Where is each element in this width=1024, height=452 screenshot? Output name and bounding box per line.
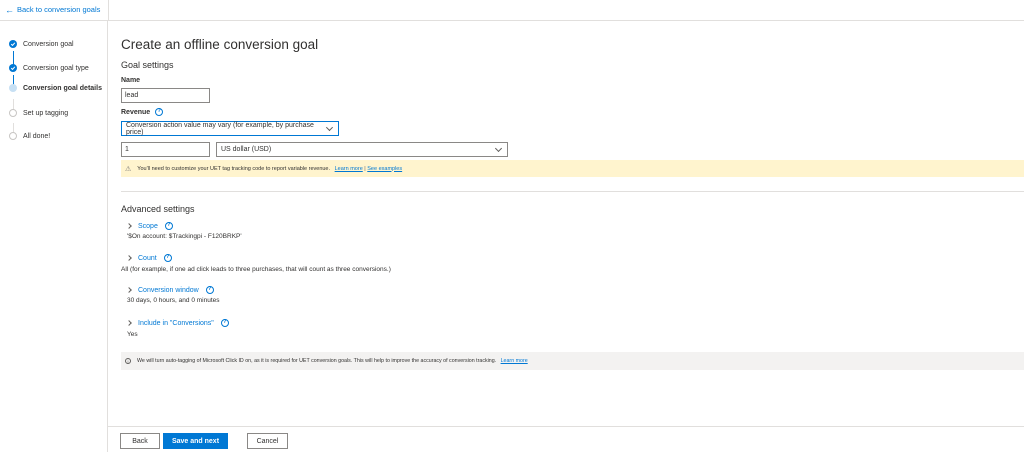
step-label: All done!	[23, 132, 51, 140]
conversion-window-label: Conversion window	[138, 286, 199, 294]
info-message-bar: i We will turn auto-tagging of Microsoft…	[121, 352, 1024, 370]
name-label: Name	[121, 77, 140, 84]
warning-text: You'll need to customize your UET tag tr…	[137, 166, 402, 172]
help-icon[interactable]: ?	[163, 254, 172, 262]
revenue-amount-input[interactable]: 1	[121, 142, 210, 157]
top-bar: ← Back to conversion goals	[0, 0, 1024, 21]
name-label-text: Name	[121, 77, 141, 84]
step-label: Conversion goal details	[23, 84, 102, 92]
revenue-type-dropdown[interactable]: Conversion action value may vary (for ex…	[121, 121, 339, 136]
wizard-steps-sidebar: Conversion goal Conversion goal type Con…	[0, 21, 108, 452]
advanced-settings-heading: Advanced settings	[121, 204, 195, 214]
count-value: All (for example, if one ad click leads …	[121, 266, 391, 273]
warning-icon: ⚠	[125, 165, 132, 173]
include-in-conversions-label: Include in "Conversions"	[138, 319, 214, 327]
chevron-right-icon	[126, 287, 132, 293]
save-and-next-button[interactable]: Save and next	[163, 433, 228, 449]
warning-message: You'll need to customize your UET tag tr…	[137, 165, 331, 172]
help-icon[interactable]: ?	[164, 222, 173, 230]
info-text: We will turn auto-tagging of Microsoft C…	[137, 358, 528, 364]
arrow-left-icon: ←	[5, 4, 14, 15]
goal-settings-heading: Goal settings	[121, 60, 174, 70]
step-label: Conversion goal	[23, 40, 74, 48]
step-conversion-goal-type[interactable]: Conversion goal type	[9, 64, 89, 72]
back-button[interactable]: Back	[120, 433, 160, 449]
step-connector	[12, 51, 14, 65]
name-input[interactable]: lead	[121, 88, 210, 103]
conversion-window-value: 30 days, 0 hours, and 0 minutes	[127, 297, 220, 304]
help-icon[interactable]: ?	[220, 319, 229, 327]
current-step-icon	[9, 84, 17, 92]
step-set-up-tagging: Set up tagging	[9, 109, 68, 117]
chevron-right-icon	[126, 223, 132, 229]
page-title: Create an offline conversion goal	[121, 37, 319, 52]
step-conversion-goal[interactable]: Conversion goal	[9, 40, 74, 48]
back-link-label: Back to conversion goals	[17, 5, 101, 14]
include-in-conversions-expander[interactable]: Include in "Conversions" ?	[126, 319, 229, 327]
step-label: Set up tagging	[23, 109, 69, 117]
warning-message-bar: ⚠ You'll need to customize your UET tag …	[121, 160, 1024, 177]
scope-label: Scope	[138, 222, 158, 230]
section-divider	[121, 191, 1024, 192]
check-icon	[9, 64, 17, 72]
footer-divider	[108, 426, 1024, 427]
currency-dropdown[interactable]: US dollar (USD)	[216, 142, 508, 157]
include-in-conversions-value: Yes	[127, 331, 138, 338]
info-learn-more-link[interactable]: Learn more	[501, 358, 528, 364]
learn-more-link[interactable]: Learn more	[335, 166, 363, 172]
count-expander[interactable]: Count ?	[126, 254, 172, 262]
step-conversion-goal-details[interactable]: Conversion goal details	[9, 84, 102, 92]
help-icon[interactable]: ?	[205, 286, 214, 294]
info-icon: i	[125, 358, 131, 364]
info-message: We will turn auto-tagging of Microsoft C…	[137, 358, 497, 364]
pending-step-icon	[9, 109, 17, 117]
pending-step-icon	[9, 132, 17, 140]
chevron-right-icon	[126, 255, 132, 261]
count-label: Count	[138, 254, 157, 262]
step-label: Conversion goal type	[23, 64, 89, 72]
chevron-down-icon	[494, 144, 503, 152]
topbar-divider	[108, 0, 109, 21]
step-all-done: All done!	[9, 132, 50, 140]
revenue-type-value: Conversion action value may vary (for ex…	[126, 121, 314, 136]
revenue-label: Revenue ?	[121, 108, 164, 116]
see-examples-link[interactable]: See examples	[367, 166, 402, 172]
currency-value: US dollar (USD)	[221, 146, 272, 153]
chevron-right-icon	[126, 320, 132, 326]
revenue-label-text: Revenue	[121, 108, 151, 116]
cancel-button[interactable]: Cancel	[247, 433, 288, 449]
help-icon[interactable]: ?	[155, 108, 164, 116]
check-icon	[9, 40, 17, 48]
scope-expander[interactable]: Scope ?	[126, 222, 173, 230]
back-to-conversion-goals-link[interactable]: ← Back to conversion goals	[5, 5, 100, 14]
chevron-down-icon	[326, 123, 334, 131]
scope-value: '$On account: $Trackingpi - F120BRKP'	[127, 233, 242, 240]
conversion-window-expander[interactable]: Conversion window ?	[126, 286, 214, 294]
link-separator: |	[364, 165, 366, 172]
